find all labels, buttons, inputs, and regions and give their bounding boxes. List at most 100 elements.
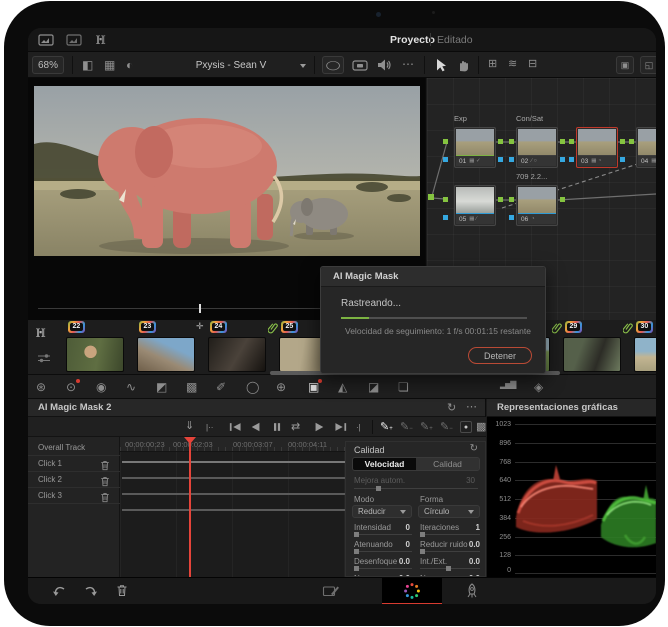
hdr-wheels-icon[interactable]: ◉ [96,380,106,394]
progress-track [341,317,527,319]
add-node-icon[interactable]: ⊞ [488,59,497,70]
clip-thumb-24[interactable] [208,337,266,372]
playhead-line[interactable] [189,437,191,577]
gallery-panel-button[interactable]: ▣ [616,56,634,74]
trash-icon[interactable] [100,476,110,487]
waveform-plot[interactable]: 1023 896 768 640 512 384 256 128 0 [487,417,656,577]
node-swap-icon[interactable]: ⊟ [528,59,537,70]
edit-page-icon[interactable] [322,584,340,598]
color-wheel-icon[interactable]: ⊙ [66,380,76,394]
deliver-page-icon[interactable] [464,583,480,599]
matte-pattern-icon[interactable]: ▩ [476,420,486,433]
reset-icon[interactable]: ↻ [470,444,478,454]
param-slider[interactable] [420,551,480,552]
skip-start-icon[interactable] [228,421,242,433]
clip-thumb-29[interactable] [563,337,621,372]
tracker-icon[interactable]: ⊕ [276,380,286,394]
play-icon[interactable] [313,421,325,433]
picker-icon[interactable]: ✐ [216,380,226,394]
split-viewer-icon[interactable]: ◐ [126,59,133,71]
stroke-subtract-icon[interactable]: ✎− [440,420,453,433]
stop-tracking-button[interactable]: Detener [468,347,532,364]
pen-add-icon[interactable]: ✎+ [380,420,393,433]
param-slider[interactable] [354,568,412,569]
slider-handle[interactable] [420,532,425,537]
clips-view-icon[interactable]: ][▪][ [36,328,44,337]
param-slider[interactable] [354,551,412,552]
notification-dot [76,379,80,383]
more-options-icon[interactable]: ⋯ [466,402,477,413]
cursor-tool-icon[interactable] [434,58,448,72]
more-options-icon[interactable]: ⋯ [402,58,414,70]
tab-project[interactable]: Proyecto [390,34,435,46]
color-page-tab-active[interactable] [382,578,442,604]
keyframes-panel-icon[interactable]: ◈ [534,380,543,394]
slider-handle[interactable] [376,486,381,491]
tab-calidad[interactable]: Calidad [416,458,479,470]
key-icon[interactable]: ◪ [368,380,379,394]
timecode: 00:00:03:07 [233,440,273,449]
shape-dropdown[interactable]: Círculo [418,505,480,518]
video-frame[interactable] [34,86,420,256]
pen-subtract-icon[interactable]: ✎− [400,420,413,433]
step-back-icon[interactable]: |·· [206,423,213,432]
tracking-speed: Velocidad de seguimiento: 1 f/s [345,326,463,336]
qualifier-icon[interactable]: ◩ [156,380,167,394]
gallery-stills-icon[interactable] [38,33,54,47]
sizing-icon[interactable]: ❏ [398,380,409,394]
swap-direction-icon[interactable]: ⇄ [291,420,300,433]
trash-icon[interactable] [100,492,110,503]
tab-velocidad[interactable]: Velocidad [353,458,416,470]
param-slider[interactable] [420,534,480,535]
keyframe-icon[interactable]: ⇓ [185,419,194,432]
tab-edited[interactable]: Editado [437,34,473,46]
mask-dot-button[interactable]: ● [460,421,472,433]
slider-handle[interactable] [420,549,425,554]
clips-strip-icon[interactable]: ][▪][ [96,35,104,44]
stroke-add-icon[interactable]: ✎+ [420,420,433,433]
param-label: Negro [420,574,442,577]
color-warper-icon[interactable]: ▩ [186,380,197,394]
single-viewer-icon[interactable]: ◧ [82,59,93,71]
hand-tool-icon[interactable] [456,58,470,72]
quality-segmented-control[interactable]: Velocidad Calidad [352,457,480,471]
speaker-icon[interactable] [376,58,392,72]
clip-name-dropdown[interactable]: Pxysis - Sean V [166,60,296,71]
slider-handle[interactable] [354,549,359,554]
clip-thumb-23[interactable] [137,337,195,372]
primary-wheels-icon[interactable]: ⊛ [36,380,46,394]
redo-icon[interactable] [84,584,98,598]
param-slider[interactable] [420,568,480,569]
trash-icon[interactable] [116,584,128,597]
lut-browser-button[interactable]: ◱ [640,56,656,74]
grid-viewer-icon[interactable]: ▦ [104,59,115,71]
clip-thumb-30[interactable] [634,337,656,372]
hq-playback-icon[interactable] [352,58,368,72]
mode-dropdown[interactable]: Reducir [352,505,412,518]
pause-icon[interactable] [271,421,283,433]
zoom-level-button[interactable]: 68% [32,56,64,74]
scopes-histogram-icon[interactable]: ▂▅▇ [500,380,515,389]
node-layers-icon[interactable]: ≋ [508,59,517,70]
step-fwd-icon[interactable]: ·| [356,423,361,432]
power-window-icon[interactable]: ◯ [246,380,259,394]
mixer-fader-icon[interactable] [36,352,52,364]
dialog-title-bar[interactable]: AI Magic Mask [321,267,545,287]
mask-overlay-button[interactable]: ◯ [322,56,344,74]
curves-icon[interactable]: ∿ [126,380,136,394]
gallery-compare-icon[interactable] [66,33,82,47]
auto-improve-slider[interactable] [354,488,478,489]
reset-icon[interactable]: ↻ [447,403,456,414]
blur-icon[interactable]: ◭ [338,380,347,394]
slider-handle[interactable] [354,532,359,537]
param-slider[interactable] [354,534,412,535]
slider-handle[interactable] [446,566,451,571]
undo-icon[interactable] [52,584,66,598]
skip-end-icon[interactable] [334,421,348,433]
play-reverse-icon[interactable] [250,421,262,433]
trash-icon[interactable] [100,460,110,471]
scrub-playhead[interactable] [199,304,201,313]
clip-thumb-22[interactable] [66,337,124,372]
slider-handle[interactable] [354,566,359,571]
track-row-overall[interactable]: Overall Track [28,440,120,456]
